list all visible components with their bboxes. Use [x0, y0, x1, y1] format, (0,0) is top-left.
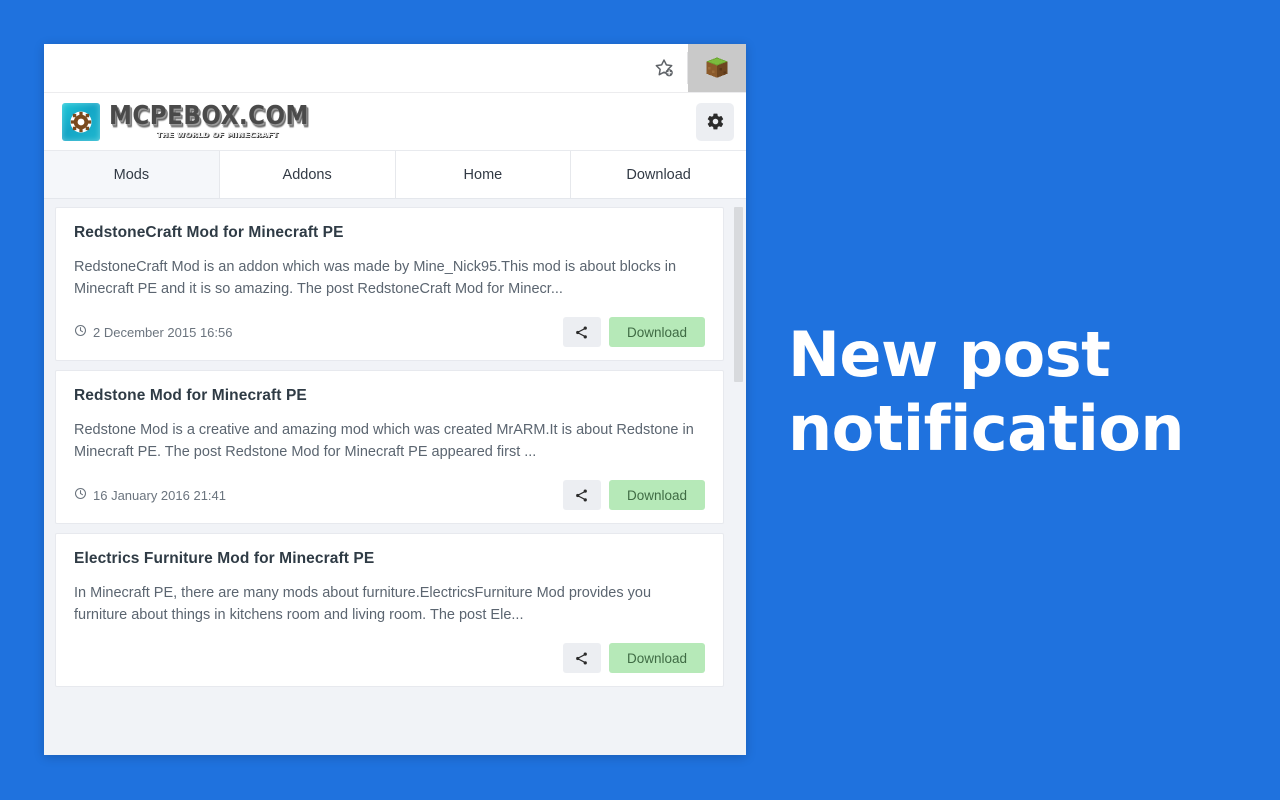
- clock-icon: [74, 487, 87, 503]
- tab-addons[interactable]: Addons: [219, 151, 396, 198]
- post-date: 16 January 2016 21:41: [74, 487, 226, 503]
- share-icon[interactable]: [562, 317, 601, 347]
- scrollbar[interactable]: [731, 199, 746, 755]
- caption: New post notification: [788, 318, 1218, 466]
- tab-download[interactable]: Download: [571, 151, 746, 198]
- caption-line-2: notification: [788, 392, 1185, 465]
- post-date-text: 2 December 2015 16:56: [93, 324, 233, 340]
- post-footer: Download: [74, 642, 705, 674]
- caption-line-1: New post: [788, 318, 1111, 391]
- post-excerpt: Redstone Mod is a creative and amazing m…: [74, 422, 694, 460]
- download-button[interactable]: Download: [608, 317, 705, 347]
- list-item[interactable]: Redstone Mod for Minecraft PE Redstone M…: [55, 370, 724, 524]
- minecraft-grass-block-icon[interactable]: [688, 44, 746, 92]
- post-date-text: 16 January 2016 21:41: [93, 487, 226, 503]
- brand-title: MCPEBOX.COM: [109, 101, 309, 131]
- share-icon[interactable]: [562, 480, 601, 510]
- tab-label: Download: [626, 166, 691, 183]
- post-title: RedstoneCraft Mod for Minecraft PE: [74, 224, 344, 241]
- post-footer: 16 January 2016 21:41 Download: [74, 479, 705, 511]
- post-actions: Download: [562, 480, 705, 510]
- post-excerpt: In Minecraft PE, there are many mods abo…: [74, 585, 652, 623]
- post-feed[interactable]: RedstoneCraft Mod for Minecraft PE Redst…: [44, 199, 746, 755]
- clock-icon: [74, 324, 87, 340]
- tab-home[interactable]: Home: [395, 151, 572, 198]
- brand-subtitle: THE WORLD OF MINECRAFT: [157, 131, 279, 139]
- browser-toolbar: [44, 44, 746, 93]
- tab-label: Addons: [282, 166, 332, 183]
- post-actions: Download: [562, 643, 705, 673]
- tab-bar: Mods Addons Home Download: [44, 150, 746, 199]
- gear-icon[interactable]: [696, 102, 734, 141]
- site-header: MCPEBOX.COM THE WORLD OF MINECRAFT: [44, 93, 746, 150]
- scrollbar-thumb[interactable]: [734, 207, 743, 382]
- list-item[interactable]: Electrics Furniture Mod for Minecraft PE…: [55, 533, 724, 687]
- gear-logo-icon: [62, 102, 100, 141]
- download-button[interactable]: Download: [608, 480, 705, 510]
- share-icon[interactable]: [562, 643, 601, 673]
- download-button[interactable]: Download: [608, 643, 705, 673]
- tab-label: Mods: [113, 166, 150, 183]
- post-excerpt: RedstoneCraft Mod is an addon which was …: [74, 259, 677, 297]
- tab-mods[interactable]: Mods: [44, 151, 220, 198]
- brand-logo[interactable]: MCPEBOX.COM THE WORLD OF MINECRAFT: [62, 101, 309, 141]
- list-item[interactable]: RedstoneCraft Mod for Minecraft PE Redst…: [55, 207, 724, 361]
- post-title: Electrics Furniture Mod for Minecraft PE: [74, 550, 375, 567]
- star-add-icon[interactable]: [641, 44, 687, 92]
- post-footer: 2 December 2015 16:56 Download: [74, 316, 705, 348]
- extension-popup-window: MCPEBOX.COM THE WORLD OF MINECRAFT Mods …: [44, 44, 746, 755]
- post-date: 2 December 2015 16:56: [74, 324, 232, 340]
- post-actions: Download: [562, 317, 705, 347]
- post-title: Redstone Mod for Minecraft PE: [74, 387, 307, 404]
- tab-label: Home: [463, 166, 503, 183]
